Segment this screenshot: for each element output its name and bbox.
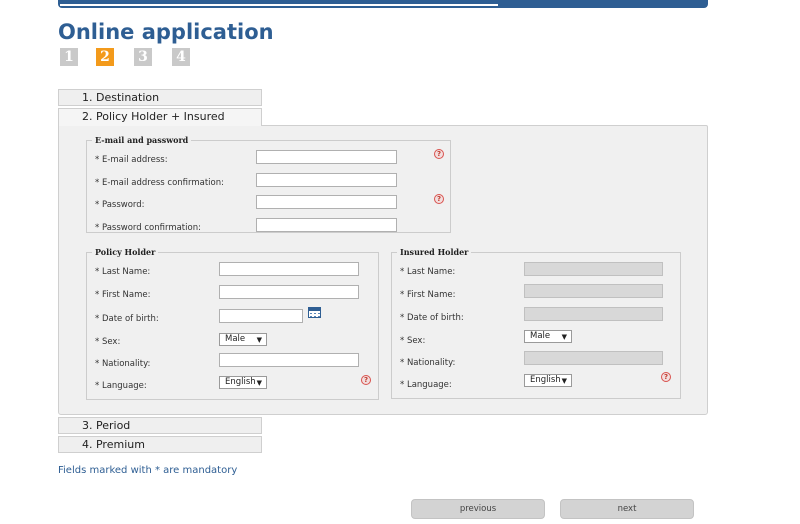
- ph-first-name-input[interactable]: [219, 285, 359, 299]
- insured-holder-legend: Insured Holder: [400, 247, 469, 257]
- chevron-down-icon: ▼: [256, 336, 262, 344]
- ih-dob-input: [524, 307, 663, 321]
- ph-language-select[interactable]: English ▼: [219, 376, 267, 389]
- email-input[interactable]: [256, 150, 397, 164]
- ph-nationality-label: * Nationality:: [95, 359, 151, 369]
- ih-language-select[interactable]: English ▼: [524, 374, 572, 387]
- ph-language-value: English: [225, 377, 256, 387]
- chevron-down-icon: ▼: [256, 379, 262, 387]
- step-1: 1: [60, 48, 78, 66]
- chevron-down-icon: ▼: [561, 333, 567, 341]
- calendar-icon[interactable]: [308, 307, 321, 318]
- step-4: 4: [172, 48, 190, 66]
- language-help-icon[interactable]: ?: [361, 375, 371, 385]
- ih-first-name-input: [524, 284, 663, 298]
- ih-first-name-label: * First Name:: [400, 290, 456, 300]
- ih-language-value: English: [530, 375, 561, 385]
- ph-sex-value: Male: [225, 334, 246, 344]
- ih-sex-value: Male: [530, 331, 551, 341]
- tab-policy-holder-insured[interactable]: 2. Policy Holder + Insured: [58, 108, 262, 126]
- ih-language-help-icon[interactable]: ?: [661, 372, 671, 382]
- ph-sex-label: * Sex:: [95, 337, 121, 347]
- ih-nationality-input: [524, 351, 663, 365]
- password-confirm-input[interactable]: [256, 218, 397, 232]
- next-button[interactable]: next: [560, 499, 694, 519]
- policy-insured-panel: E-mail and password * E-mail address: ? …: [58, 125, 708, 415]
- ph-dob-label: * Date of birth:: [95, 314, 159, 324]
- password-help-icon[interactable]: ?: [434, 194, 444, 204]
- ph-sex-select[interactable]: Male ▼: [219, 333, 267, 346]
- header-bar-highlight: [60, 4, 498, 6]
- ih-sex-label: * Sex:: [400, 336, 426, 346]
- ph-last-name-label: * Last Name:: [95, 267, 151, 277]
- tab-period[interactable]: 3. Period: [58, 417, 262, 434]
- email-confirm-label: * E-mail address confirmation:: [95, 178, 224, 188]
- ih-sex-select[interactable]: Male ▼: [524, 330, 572, 343]
- step-3: 3: [134, 48, 152, 66]
- page-title: Online application: [58, 20, 274, 44]
- tab-premium[interactable]: 4. Premium: [58, 436, 262, 453]
- ph-first-name-label: * First Name:: [95, 290, 151, 300]
- step-2-current: 2: [96, 48, 114, 66]
- ph-dob-input[interactable]: [219, 309, 303, 323]
- ih-dob-label: * Date of birth:: [400, 313, 464, 323]
- ph-nationality-input[interactable]: [219, 353, 359, 367]
- policy-holder-legend: Policy Holder: [95, 247, 156, 257]
- previous-button[interactable]: previous: [411, 499, 545, 519]
- chevron-down-icon: ▼: [561, 377, 567, 385]
- ih-language-label: * Language:: [400, 380, 452, 390]
- password-label: * Password:: [95, 200, 145, 210]
- tab-destination[interactable]: 1. Destination: [58, 89, 262, 106]
- ih-last-name-input: [524, 262, 663, 276]
- password-input[interactable]: [256, 195, 397, 209]
- email-label: * E-mail address:: [95, 155, 168, 165]
- ph-language-label: * Language:: [95, 381, 147, 391]
- password-confirm-label: * Password confirmation:: [95, 223, 201, 233]
- email-help-icon[interactable]: ?: [434, 149, 444, 159]
- ih-last-name-label: * Last Name:: [400, 267, 456, 277]
- ph-last-name-input[interactable]: [219, 262, 359, 276]
- email-confirm-input[interactable]: [256, 173, 397, 187]
- mandatory-note: Fields marked with * are mandatory: [58, 465, 238, 476]
- ih-nationality-label: * Nationality:: [400, 358, 456, 368]
- email-password-legend: E-mail and password: [95, 135, 189, 145]
